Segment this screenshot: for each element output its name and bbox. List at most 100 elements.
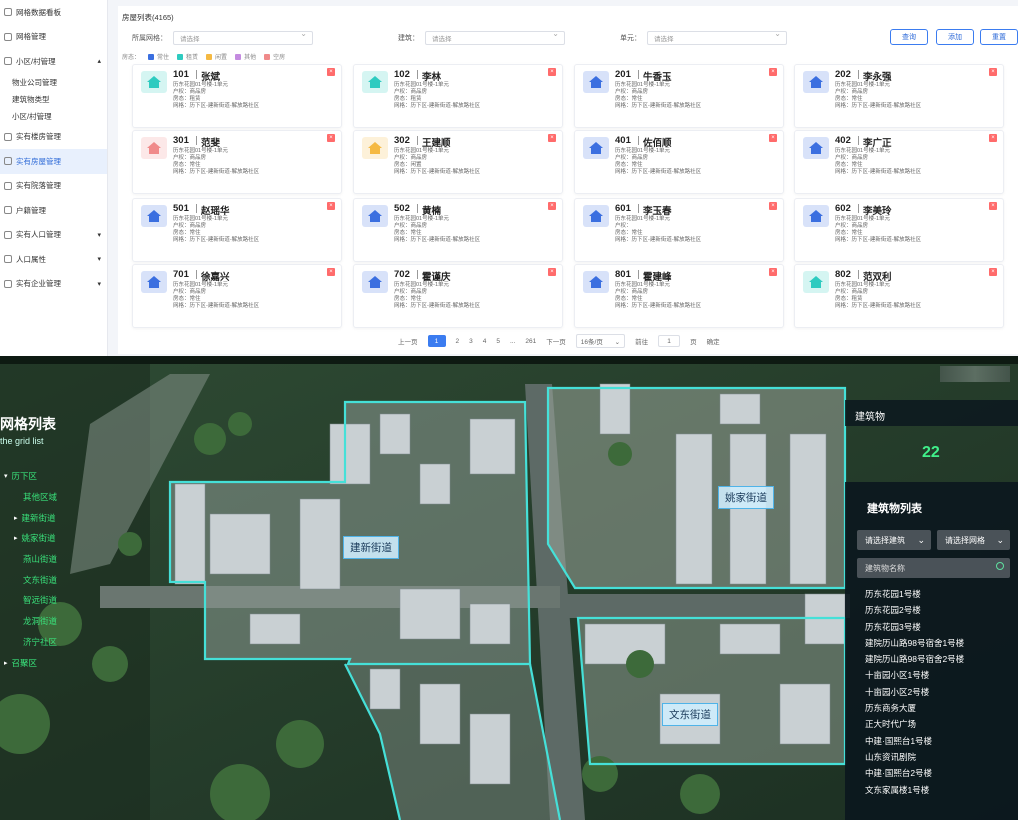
delete-icon[interactable]: × xyxy=(769,202,777,210)
delete-icon[interactable]: × xyxy=(769,68,777,76)
sidebar-subitem-property-company[interactable]: 物业公司管理 xyxy=(0,74,107,91)
prev-page-button[interactable]: 上一页 xyxy=(398,336,418,346)
next-page-button[interactable]: 下一页 xyxy=(546,336,566,346)
building-list-item[interactable]: 山东资讯剧院 xyxy=(865,749,964,765)
building-list-item[interactable]: 建院历山路98号宿舍2号楼 xyxy=(865,651,964,667)
sidebar-subitem-community[interactable]: 小区/村管理 xyxy=(0,108,107,125)
grid-tree-item[interactable]: 龙洞街道 xyxy=(0,611,80,632)
sidebar-item-population-management[interactable]: 实有人口管理 ▾ xyxy=(0,223,107,248)
page-size-select[interactable]: 16条/页 ⌄ xyxy=(575,334,626,348)
grid-tree-item[interactable]: 燕山街道 xyxy=(0,549,80,570)
grid-tree-item[interactable]: ▸ 姚家街道 xyxy=(0,528,80,549)
grid-tree-item[interactable]: ▸ 召聚区 xyxy=(0,652,80,673)
goto-page-input[interactable]: 1 xyxy=(658,335,681,347)
delete-icon[interactable]: × xyxy=(548,134,556,142)
owner-name: 王建顺 xyxy=(422,138,451,149)
expand-arrow-icon[interactable]: ▸ xyxy=(4,659,8,667)
delete-icon[interactable]: × xyxy=(989,68,997,76)
sidebar-item-building-management[interactable]: 实有楼房管理 xyxy=(0,125,107,150)
building-type-select[interactable]: 请选择建筑 ⌄ xyxy=(857,530,931,550)
grid-tree-item[interactable]: ▾ 历下区 xyxy=(0,466,80,487)
page-button-4[interactable]: 4 xyxy=(483,338,487,345)
building-search-input[interactable]: 建筑物名称 xyxy=(857,558,1010,578)
house-card[interactable]: 102 李林 × 历东花园01号楼-1单元 户权：商品房 房态：租赁 网格：历下区-建… xyxy=(353,64,563,128)
sidebar-item-community-management[interactable]: 小区/村管理 ▴ xyxy=(0,49,107,74)
delete-icon[interactable]: × xyxy=(989,268,997,276)
sidebar-subitem-building-type[interactable]: 建筑物类型 xyxy=(0,91,107,108)
delete-icon[interactable]: × xyxy=(548,202,556,210)
house-card[interactable]: 701 徐嘉兴 × 历东花园01号楼-1单元 户权：商品房 房态：常住 网格：历下区-… xyxy=(132,264,342,328)
building-list-item[interactable]: 中建·国熙台2号楼 xyxy=(865,765,964,781)
page-button-1[interactable]: 1 xyxy=(427,335,446,347)
grid-tree-item[interactable]: 文东街道 xyxy=(0,569,80,590)
street-label-wendong[interactable]: 文东街道 xyxy=(662,703,718,726)
building-list-item[interactable]: 历东商务大厦 xyxy=(865,700,964,716)
house-card[interactable]: 601 李玉春 × 历东花园01号楼-1单元 户权： 房态：常住 网格：历下区-建新街… xyxy=(574,198,784,262)
sidebar-item-enterprise-management[interactable]: 实有企业管理 ▾ xyxy=(0,272,107,297)
house-card[interactable]: 602 李美玲 × 历东花园01号楼-1单元 户权：商品房 房态：常住 网格：历下区-… xyxy=(794,198,1004,262)
house-card[interactable]: 802 范双利 × 历东花园01号楼-1单元 户权：商品房 房态：租赁 网格：历下区-… xyxy=(794,264,1004,328)
building-list-item[interactable]: 历东花园3号楼 xyxy=(865,619,964,635)
building-list-item[interactable]: 建院历山路98号宿舍1号楼 xyxy=(865,635,964,651)
house-card[interactable]: 402 李广正 × 历东花园01号楼-1单元 户权：商品房 房态：常住 网格：历下区-… xyxy=(794,130,1004,194)
sidebar-item-house-management[interactable]: 实有房屋管理 xyxy=(0,149,107,174)
delete-icon[interactable]: × xyxy=(327,268,335,276)
delete-icon[interactable]: × xyxy=(989,134,997,142)
building-list-item[interactable]: 十亩园小区1号楼 xyxy=(865,667,964,683)
grid-select[interactable]: 请选择 xyxy=(173,29,313,45)
grid-tree-item[interactable]: 智远街道 xyxy=(0,590,80,611)
delete-icon[interactable]: × xyxy=(548,268,556,276)
page-button-5[interactable]: 5 xyxy=(496,338,500,345)
house-card[interactable]: 302 王建顺 × 历东花园01号楼-1单元 户权：商品房 房态：闲置 网格：历下区-… xyxy=(353,130,563,194)
building-list-item[interactable]: 文东家属楼1号楼 xyxy=(865,782,964,798)
house-card[interactable]: 801 霍建峰 × 历东花园01号楼-1单元 户权：商品房 房态：常住 网格：历下区-… xyxy=(574,264,784,328)
page-ellipsis[interactable]: ... xyxy=(510,338,515,345)
sidebar-item-household-management[interactable]: 户籍管理 xyxy=(0,198,107,223)
expand-arrow-icon[interactable]: ▾ xyxy=(4,472,8,480)
house-card[interactable]: 201 牛香玉 × 历东花园01号楼-1单元 户权：商品房 房态：常住 网格：历下区-… xyxy=(574,64,784,128)
delete-icon[interactable]: × xyxy=(769,134,777,142)
house-card[interactable]: 502 黄楠 × 历东花园01号楼-1单元 户权：商品房 房态：常住 网格：历下区-建… xyxy=(353,198,563,262)
query-button[interactable]: 查询 xyxy=(890,29,928,45)
delete-icon[interactable]: × xyxy=(769,268,777,276)
house-card[interactable]: 501 赵瑶华 × 历东花园01号楼-1单元 户权：商品房 房态：常住 网格：历下区-… xyxy=(132,198,342,262)
delete-icon[interactable]: × xyxy=(327,202,335,210)
building-list-item[interactable]: 历东花园1号楼 xyxy=(865,586,964,602)
sidebar-item-population-attributes[interactable]: 人口属性 ▾ xyxy=(0,247,107,272)
building-select[interactable]: 请选择 xyxy=(425,29,565,45)
building-list-item[interactable]: 十亩园小区2号楼 xyxy=(865,684,964,700)
house-card[interactable]: 401 佐佰顺 × 历东花园01号楼-1单元 户权：商品房 房态：常住 网格：历下区-… xyxy=(574,130,784,194)
page-button-2[interactable]: 2 xyxy=(456,338,460,345)
page-button-last[interactable]: 261 xyxy=(525,338,536,345)
sidebar-item-grid-management[interactable]: 网格管理 xyxy=(0,25,107,50)
building-list-item[interactable]: 历东花园2号楼 xyxy=(865,602,964,618)
grid-tree-item[interactable]: 其他区域 xyxy=(0,487,80,508)
street-label-jianxin[interactable]: 建新街道 xyxy=(343,536,399,559)
search-icon[interactable] xyxy=(996,562,1004,570)
delete-icon[interactable]: × xyxy=(327,134,335,142)
confirm-button[interactable]: 确定 xyxy=(707,336,720,346)
sidebar-item-grid-dashboard[interactable]: 网格数据看板 xyxy=(0,0,107,25)
sidebar-item-courtyard-management[interactable]: 实有院落管理 xyxy=(0,174,107,199)
street-label-yaojia[interactable]: 姚家街道 xyxy=(718,486,774,509)
building-list-item[interactable]: 正大时代广场 xyxy=(865,716,964,732)
expand-arrow-icon[interactable]: ▸ xyxy=(14,514,18,522)
separator xyxy=(417,136,418,145)
house-card[interactable]: 702 霍谨庆 × 历东花园01号楼-1单元 户权：商品房 房态：常住 网格：历下区-… xyxy=(353,264,563,328)
delete-icon[interactable]: × xyxy=(989,202,997,210)
expand-arrow-icon[interactable]: ▸ xyxy=(14,534,18,542)
grid-tree-item[interactable]: 济宁社区 xyxy=(0,632,80,653)
page-button-3[interactable]: 3 xyxy=(469,338,473,345)
house-card[interactable]: 202 李永强 × 历东花园01号楼-1单元 户权：商品房 房态：常住 网格：历下区-… xyxy=(794,64,1004,128)
house-card[interactable]: 101 张斌 × 历东花园01号楼-1单元 户权：商品房 房态：租赁 网格：历下区-建… xyxy=(132,64,342,128)
grid-select-map[interactable]: 请选择网格 ⌄ xyxy=(937,530,1010,550)
reset-button[interactable]: 重置 xyxy=(980,29,1018,45)
delete-icon[interactable]: × xyxy=(548,68,556,76)
grid-tree-item[interactable]: ▸ 建新街道 xyxy=(0,507,80,528)
add-button[interactable]: 添加 xyxy=(936,29,974,45)
unit-select[interactable]: 请选择 xyxy=(647,29,787,45)
grid-list-subtitle: the grid list xyxy=(0,436,44,446)
house-card[interactable]: 301 范斐 × 历东花园01号楼-1单元 户权：商品房 房态：常住 网格：历下区-建… xyxy=(132,130,342,194)
delete-icon[interactable]: × xyxy=(327,68,335,76)
building-list-item[interactable]: 中建·国熙台1号楼 xyxy=(865,733,964,749)
